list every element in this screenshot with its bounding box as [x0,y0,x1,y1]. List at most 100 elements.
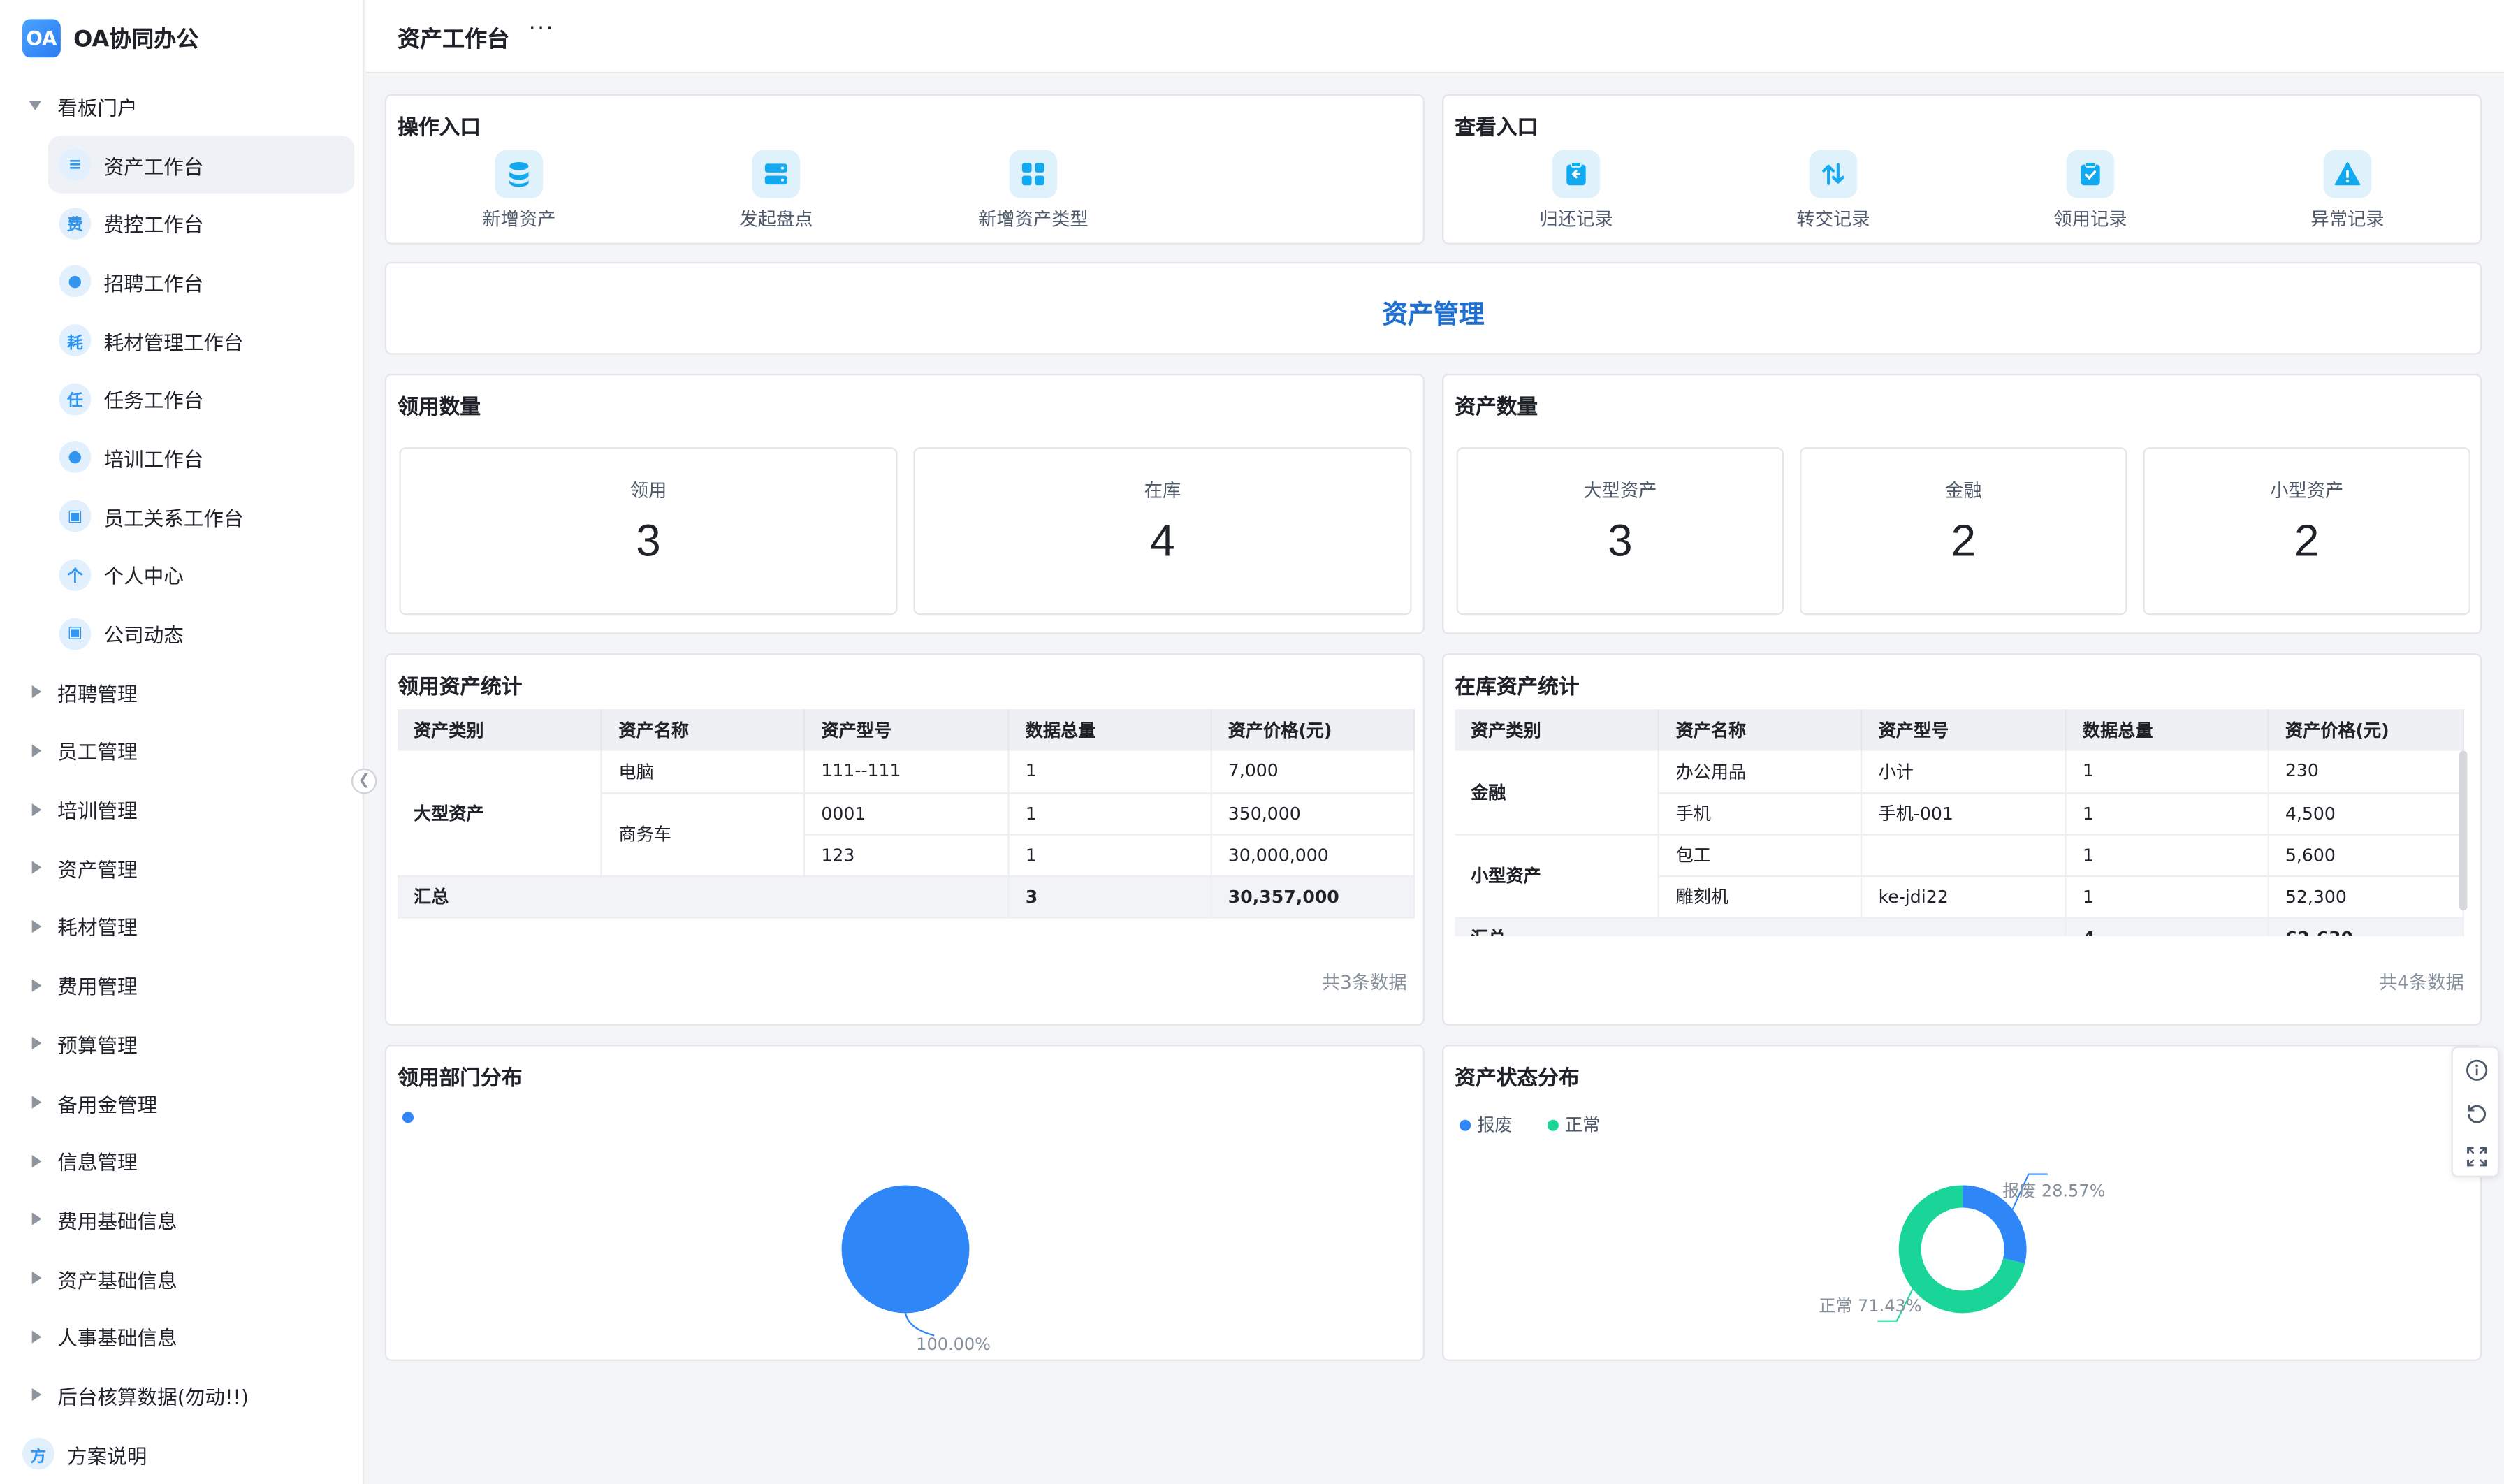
fee-icon: 费 [59,207,92,240]
stat-value: 2 [2294,516,2320,566]
entry-add-asset[interactable]: 新增资产 [447,150,591,232]
chart-toolbox [2451,1046,2501,1178]
table-row[interactable]: 大型资产 电脑 111--111 1 7,000 [398,750,1415,877]
nav-group-7[interactable]: 备用金管理 [0,1073,364,1132]
nav-group-2[interactable]: 培训管理 [0,780,364,838]
nav-group-8[interactable]: 信息管理 [0,1132,364,1191]
column-header[interactable]: 资产价格(元) [1211,709,1415,751]
sidebar-item-label: 招聘工作台 [103,271,204,296]
sidebar-item-7[interactable]: 个个人中心 [48,546,355,604]
chevron-right-icon [31,919,42,933]
column-header[interactable]: 资产型号 [804,709,1010,751]
sidebar-nav: 看板门户 ≡ 资产工作台费费控工作台 ● 招聘工作台耗耗材管理工作台任任务工作台 ● 培训… [0,77,364,1425]
refresh-icon[interactable] [2453,1091,2501,1135]
stock-table-scroll[interactable]: 资产类别 资产名称 资产型号 数据总量 资产价格(元) 金融 办公用品 小计 1… [1455,709,2473,936]
sidebar-item-4[interactable]: 任任务工作台 [48,370,355,428]
column-header[interactable]: 资产名称 [1659,709,1863,751]
stat-label: 大型资产 [1583,479,1657,502]
sidebar-item-label: 个人中心 [103,564,184,589]
news-icon: ▣ [59,617,92,650]
entry-add-asset-type[interactable]: 新增资产类型 [961,150,1105,232]
nav-group-label: 备用金管理 [57,1091,158,1116]
entry-label: 转交记录 [1796,208,1870,231]
chevron-left-icon: ❮ [358,773,370,790]
sidebar-item-label: 耗材管理工作台 [103,330,244,354]
sidebar-item-0[interactable]: ≡ 资产工作台 [48,135,355,194]
entry-exception-records[interactable]: 异常记录 [2276,150,2419,232]
entry-start-inventory[interactable]: 发起盘点 [704,150,848,232]
count-cell: 1 [2065,875,2270,918]
status-distribution-card: 资产状态分布 报废 正常 报废 28.57% 正常 71.43% [1441,1045,2482,1361]
nav-group-label: 预算管理 [57,1033,138,1058]
database-icon [495,150,544,198]
more-icon[interactable]: ··· [529,16,555,42]
dept-distribution-card: 领用部门分布 100.00% [384,1045,1425,1361]
nav-group-12[interactable]: 后台核算数据(勿动!!) [0,1366,364,1425]
entry-return-records[interactable]: 归还记录 [1504,150,1648,232]
stat-in-stock: 在库 4 [913,447,1412,616]
column-header[interactable]: 数据总量 [2065,709,2270,751]
column-header[interactable]: 资产类别 [398,709,603,751]
nav-group-1[interactable]: 员工管理 [0,721,364,780]
chevron-right-icon [31,1154,42,1167]
nav-group-3[interactable]: 资产管理 [0,838,364,897]
sidebar-item-label: 员工关系工作台 [103,505,244,530]
sidebar-item-label: 任务工作台 [103,388,204,413]
column-header[interactable]: 资产类别 [1455,709,1660,751]
chevron-right-icon [31,803,42,816]
sidebar-item-2[interactable]: ● 招聘工作台 [48,252,355,311]
stat-finance: 金融 2 [1799,447,2127,616]
server-icon: ≡ [59,148,92,181]
column-header[interactable]: 数据总量 [1008,709,1212,751]
name-cell: 办公用品 [1659,750,1863,794]
column-header[interactable]: 资产名称 [602,709,806,751]
name-cell: 电脑 [602,750,806,794]
column-header[interactable]: 资产型号 [1861,709,2067,751]
entry-label: 新增资产类型 [977,208,1089,231]
category-cell: 小型资产 [1455,834,1660,918]
info-icon[interactable] [2453,1048,2501,1091]
entry-transfer-records[interactable]: 转交记录 [1761,150,1905,232]
sidebar-item-5[interactable]: ● 培训工作台 [48,428,355,487]
page-title: 资产工作台 [398,27,510,53]
chat-icon: ▣ [59,500,92,532]
card-title: 查看入口 [1455,116,1538,141]
stat-value: 3 [1608,516,1633,566]
nav-group-4[interactable]: 耗材管理 [0,897,364,956]
sidebar-collapse-button[interactable]: ❮ [351,768,377,794]
category-cell: 金融 [1455,750,1660,835]
summary-label: 汇总 [398,875,1010,918]
nav-group-dashboard[interactable]: 看板门户 [0,77,364,136]
summary-count: 3 [1008,875,1212,918]
column-header[interactable]: 资产价格(元) [2268,709,2464,751]
stat-small-assets: 小型资产 2 [2143,447,2470,616]
sidebar-item-1[interactable]: 费费控工作台 [48,194,355,253]
nav-group-10[interactable]: 资产基础信息 [0,1249,364,1307]
table-row[interactable]: 金融 办公用品 小计 1 230 [1455,750,2464,835]
nav-group-5[interactable]: 费用管理 [0,956,364,1014]
sidebar-item-3[interactable]: 耗耗材管理工作台 [48,311,355,370]
nav-group-6[interactable]: 预算管理 [0,1014,364,1073]
sidebar-item-6[interactable]: ▣ 员工关系工作台 [48,487,355,546]
table-total: 共4条数据 [2378,971,2464,994]
sidebar-item-8[interactable]: ▣ 公司动态 [48,604,355,663]
entry-claim-records[interactable]: 领用记录 [2018,150,2162,232]
return-icon [1552,150,1601,198]
table-row[interactable]: 小型资产 包工 1 5,600 [1455,834,2464,918]
stat-value: 2 [1951,516,1977,566]
stat-value: 4 [1150,516,1175,566]
nav-group-11[interactable]: 人事基础信息 [0,1307,364,1366]
card-title: 领用数量 [398,396,481,421]
nav-group-0[interactable]: 招聘管理 [0,663,364,722]
summary-price: 62,630 [2268,917,2464,936]
summary-label: 汇总 [1455,917,2067,936]
nav-group-label: 资产基础信息 [57,1267,177,1292]
pie-slice[interactable] [841,1185,970,1314]
nav-group-9[interactable]: 费用基础信息 [0,1190,364,1249]
fullscreen-icon[interactable] [2453,1134,2501,1177]
solution-icon: 方 [22,1437,54,1470]
nav-item-solution[interactable]: 方 方案说明 [22,1437,147,1470]
table-scrollbar[interactable] [2459,750,2468,911]
chevron-right-icon [31,1037,42,1050]
view-entry-card: 查看入口 归还记录 转交记录 领用记录 异常记录 [1441,94,2482,245]
